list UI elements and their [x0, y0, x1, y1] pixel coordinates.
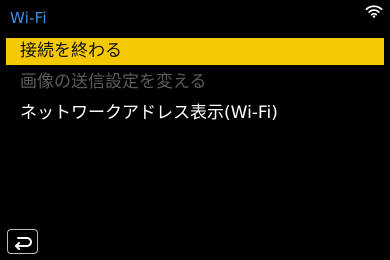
menu-item-end-connection[interactable]: 接続を終わる — [6, 38, 384, 65]
return-arrow-icon — [12, 234, 34, 250]
menu-item-label: 接続を終わる — [20, 41, 122, 61]
menu-item-network-address[interactable]: ネットワークアドレス表示(Wi-Fi) — [6, 100, 384, 127]
menu-item-change-send-settings: 画像の送信設定を変える — [6, 69, 384, 96]
menu-item-label: 画像の送信設定を変える — [20, 72, 207, 92]
wifi-menu: 接続を終わる 画像の送信設定を変える ネットワークアドレス表示(Wi-Fi) — [6, 38, 384, 131]
back-button[interactable] — [7, 229, 38, 254]
wifi-icon — [365, 3, 383, 18]
header-bar: Wi-Fi — [0, 0, 390, 34]
menu-item-label: ネットワークアドレス表示(Wi-Fi) — [20, 103, 278, 123]
page-title: Wi-Fi — [10, 9, 47, 27]
